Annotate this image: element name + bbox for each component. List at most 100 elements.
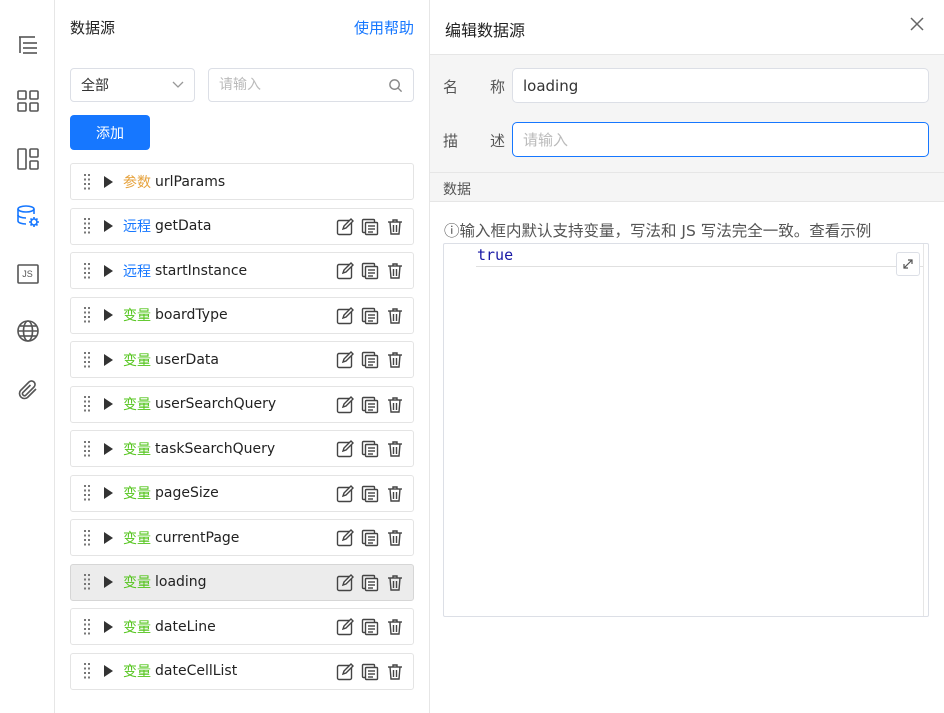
search-input[interactable] (209, 69, 379, 101)
delete-icon[interactable] (385, 350, 405, 370)
copy-icon[interactable] (360, 662, 380, 682)
datasource-row[interactable]: 远程 startInstance (70, 252, 414, 289)
delete-icon[interactable] (385, 261, 405, 281)
edit-icon[interactable] (335, 217, 355, 237)
datasource-row[interactable]: 变量 dateLine (70, 608, 414, 645)
edit-icon[interactable] (335, 350, 355, 370)
drag-handle-icon[interactable] (82, 351, 92, 369)
expand-caret-icon[interactable] (104, 442, 113, 455)
outline-icon[interactable] (0, 23, 55, 67)
data-section-header: 数据 (430, 172, 944, 202)
row-actions (335, 439, 405, 459)
drag-handle-icon[interactable] (82, 217, 92, 235)
datasource-row[interactable]: 远程 getData (70, 207, 414, 245)
edit-icon[interactable] (335, 261, 355, 281)
delete-icon[interactable] (385, 395, 405, 415)
drag-handle-icon[interactable] (82, 573, 92, 591)
edit-icon[interactable] (335, 439, 355, 459)
code-line[interactable]: true (477, 246, 513, 264)
datasource-row[interactable]: 变量 loading (70, 563, 414, 601)
attachment-icon[interactable] (0, 368, 55, 412)
edit-icon[interactable] (335, 484, 355, 504)
drag-handle-icon[interactable] (82, 262, 92, 280)
code-line-divider (476, 266, 924, 267)
edit-icon[interactable] (335, 395, 355, 415)
edit-icon[interactable] (335, 528, 355, 548)
help-link[interactable]: 使用帮助 (354, 17, 414, 38)
layout-icon[interactable] (0, 137, 55, 181)
data-section-label: 数据 (443, 182, 471, 198)
copy-icon[interactable] (360, 350, 380, 370)
expand-caret-icon[interactable] (104, 175, 113, 188)
edit-icon[interactable] (335, 306, 355, 326)
name-field[interactable] (512, 68, 929, 103)
description-field[interactable] (512, 122, 929, 157)
delete-icon[interactable] (385, 484, 405, 504)
delete-icon[interactable] (385, 306, 405, 326)
code-editor[interactable]: true (443, 243, 929, 617)
expand-caret-icon[interactable] (104, 620, 113, 633)
datasource-name: pageSize (155, 485, 219, 501)
globe-icon[interactable] (0, 309, 55, 353)
datasource-icon[interactable] (0, 195, 55, 239)
drag-handle-icon[interactable] (82, 395, 92, 413)
drag-handle-icon[interactable] (82, 440, 92, 458)
add-button[interactable]: 添加 (70, 115, 150, 150)
drag-handle-icon[interactable] (82, 306, 92, 324)
copy-icon[interactable] (360, 439, 380, 459)
edit-icon[interactable] (335, 617, 355, 637)
datasource-row[interactable]: 变量 dateCellList (70, 652, 414, 690)
scope-select[interactable]: 全部 (70, 68, 195, 102)
copy-icon[interactable] (360, 217, 380, 237)
edit-icon[interactable] (335, 573, 355, 593)
components-icon[interactable] (0, 79, 55, 123)
js-icon[interactable]: JS (0, 252, 55, 296)
expand-button[interactable] (896, 252, 920, 276)
datasource-row[interactable]: 变量 taskSearchQuery (70, 430, 414, 467)
delete-icon[interactable] (385, 528, 405, 548)
delete-icon[interactable] (385, 439, 405, 459)
copy-icon[interactable] (360, 306, 380, 326)
datasource-name: loading (155, 574, 207, 590)
datasource-row[interactable]: 变量 boardType (70, 296, 414, 334)
delete-icon[interactable] (385, 573, 405, 593)
expand-caret-icon[interactable] (104, 576, 113, 588)
expand-caret-icon[interactable] (104, 220, 113, 232)
edit-icon[interactable] (335, 662, 355, 682)
datasource-name: dateLine (155, 618, 216, 635)
datasource-name: getData (155, 218, 212, 234)
expand-caret-icon[interactable] (104, 487, 113, 499)
copy-icon[interactable] (360, 484, 380, 504)
datasource-type-tag: 变量 (123, 486, 151, 502)
datasource-row[interactable]: 变量 userSearchQuery (70, 385, 414, 423)
datasource-row[interactable]: 变量 pageSize (70, 474, 414, 512)
expand-caret-icon[interactable] (104, 353, 113, 366)
drag-handle-icon[interactable] (82, 484, 92, 502)
copy-icon[interactable] (360, 573, 380, 593)
drag-handle-icon[interactable] (82, 173, 92, 191)
drag-handle-icon[interactable] (82, 529, 92, 547)
drag-handle-icon[interactable] (82, 618, 92, 636)
expand-caret-icon[interactable] (104, 309, 113, 321)
datasource-row[interactable]: 参数 urlParams (70, 163, 414, 200)
copy-icon[interactable] (360, 395, 380, 415)
expand-caret-icon[interactable] (104, 665, 113, 677)
expand-caret-icon[interactable] (104, 264, 113, 277)
delete-icon[interactable] (385, 217, 405, 237)
expand-icon (903, 259, 913, 269)
expand-caret-icon[interactable] (104, 531, 113, 544)
datasource-type-tag: 变量 (123, 575, 151, 591)
datasource-type-tag: 变量 (123, 530, 151, 547)
datasource-row[interactable]: 变量 currentPage (70, 519, 414, 556)
delete-icon[interactable] (385, 617, 405, 637)
copy-icon[interactable] (360, 617, 380, 637)
search-icon[interactable] (388, 78, 403, 93)
copy-icon[interactable] (360, 261, 380, 281)
copy-icon[interactable] (360, 528, 380, 548)
close-icon[interactable] (908, 15, 926, 33)
datasource-row[interactable]: 变量 userData (70, 341, 414, 378)
datasource-name: urlParams (155, 173, 226, 190)
drag-handle-icon[interactable] (82, 662, 92, 680)
delete-icon[interactable] (385, 662, 405, 682)
expand-caret-icon[interactable] (104, 398, 113, 410)
